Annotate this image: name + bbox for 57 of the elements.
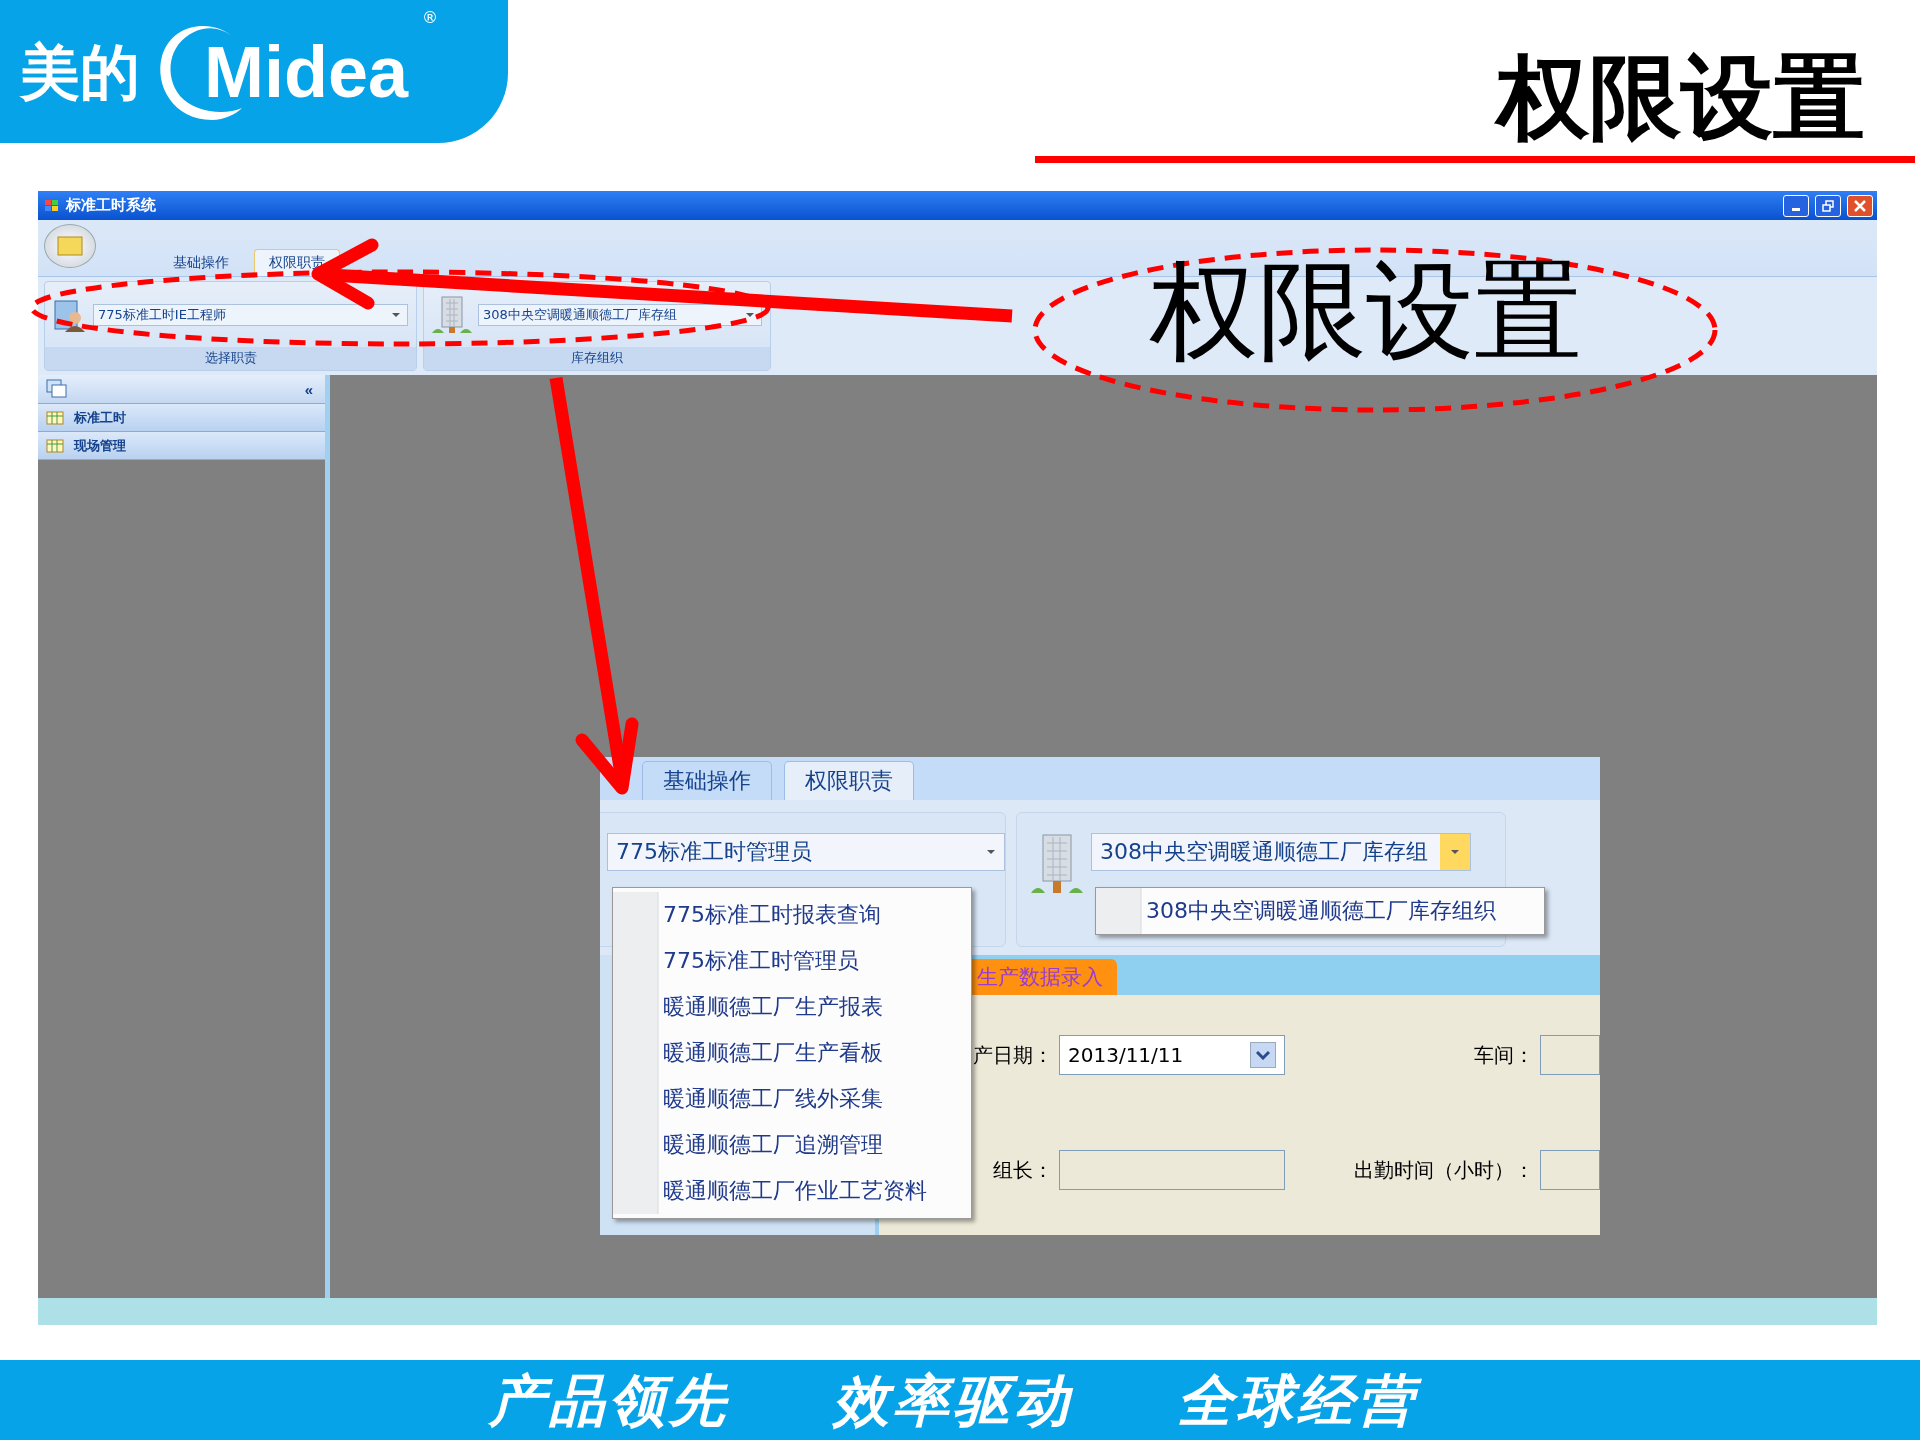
sidebar-item[interactable]: 现场管理: [38, 432, 325, 460]
close-button[interactable]: [1847, 194, 1873, 217]
dropdown-button[interactable]: [1250, 1042, 1276, 1068]
caret-icon: [745, 311, 755, 318]
restore-icon: [1822, 199, 1834, 212]
caret-icon: [1450, 849, 1460, 855]
registered-mark: ®: [422, 8, 439, 27]
brand-wordmark: Midea: [204, 35, 409, 108]
ribbon-tab[interactable]: 基础操作: [158, 249, 244, 276]
organization-combo[interactable]: 308中央空调暖通顺德工厂库存组: [1091, 833, 1471, 871]
group-label: 选择职责: [45, 347, 416, 370]
slogan: 全球经营: [1177, 1363, 1431, 1437]
ribbon-tab[interactable]: 基础操作: [642, 761, 772, 800]
pages-icon: [46, 379, 68, 399]
collapse-button[interactable]: «: [304, 380, 313, 398]
menu-item[interactable]: 308中央空调暖通顺德工厂库存组织: [1096, 888, 1544, 934]
input-field[interactable]: [1059, 1150, 1285, 1190]
menu-item[interactable]: 775标准工时报表查询: [613, 892, 971, 938]
input-field[interactable]: [1540, 1150, 1600, 1190]
field-label: 产日期：: [972, 1041, 1054, 1069]
restore-button[interactable]: [1815, 194, 1841, 217]
menu-item[interactable]: 暖通顺德工厂线外采集: [613, 1076, 971, 1122]
slogan: 效率驱动: [833, 1365, 1074, 1435]
menu-item[interactable]: 暖通顺德工厂生产看板: [613, 1030, 971, 1076]
chevron-down-icon: [1256, 1050, 1270, 1060]
user-card-icon: [53, 297, 87, 332]
minimize-button[interactable]: [1783, 194, 1809, 217]
ribbon-tab[interactable]: 权限职责: [784, 761, 914, 800]
grid-icon: [46, 410, 64, 425]
organization-combo[interactable]: 308中央空调暖通顺德工厂库存组: [478, 303, 762, 326]
field-label: 出勤时间（小时）：: [1353, 1156, 1535, 1184]
menu-item[interactable]: 暖通顺德工厂生产报表: [613, 984, 971, 1030]
menu-item[interactable]: 暖通顺德工厂作业工艺资料: [613, 1168, 971, 1214]
annotation-label: 权限设置: [1150, 252, 1582, 371]
building-icon: [1031, 833, 1083, 895]
role-combo[interactable]: 775标准工时管理员: [607, 833, 1005, 871]
slogan: 产品领先: [489, 1365, 730, 1435]
group-label: 库存组织: [424, 347, 770, 370]
input-field[interactable]: [1540, 1035, 1600, 1075]
caret-icon: [986, 849, 996, 855]
field-label: 车间：: [1473, 1041, 1535, 1069]
brand-name: 美的: [20, 41, 140, 102]
menu-item[interactable]: 775标准工时管理员: [613, 938, 971, 984]
role-combo[interactable]: 775标准工时IE工程师: [93, 303, 408, 326]
minimize-icon: [1792, 207, 1800, 211]
building-icon: [432, 294, 472, 335]
grid-icon: [46, 438, 64, 453]
menu-item[interactable]: 暖通顺德工厂追溯管理: [613, 1122, 971, 1168]
field-label: 组长：: [992, 1156, 1054, 1184]
caret-icon: [391, 311, 401, 318]
date-field[interactable]: 2013/11/11: [1059, 1035, 1285, 1075]
app-logo-icon: [44, 198, 60, 213]
window-title: 标准工时系统: [66, 196, 157, 215]
app-menu-button[interactable]: [44, 224, 96, 268]
close-icon: [1854, 199, 1866, 212]
sidebar-item[interactable]: 标准工时: [38, 404, 325, 432]
note-icon: [57, 236, 83, 256]
